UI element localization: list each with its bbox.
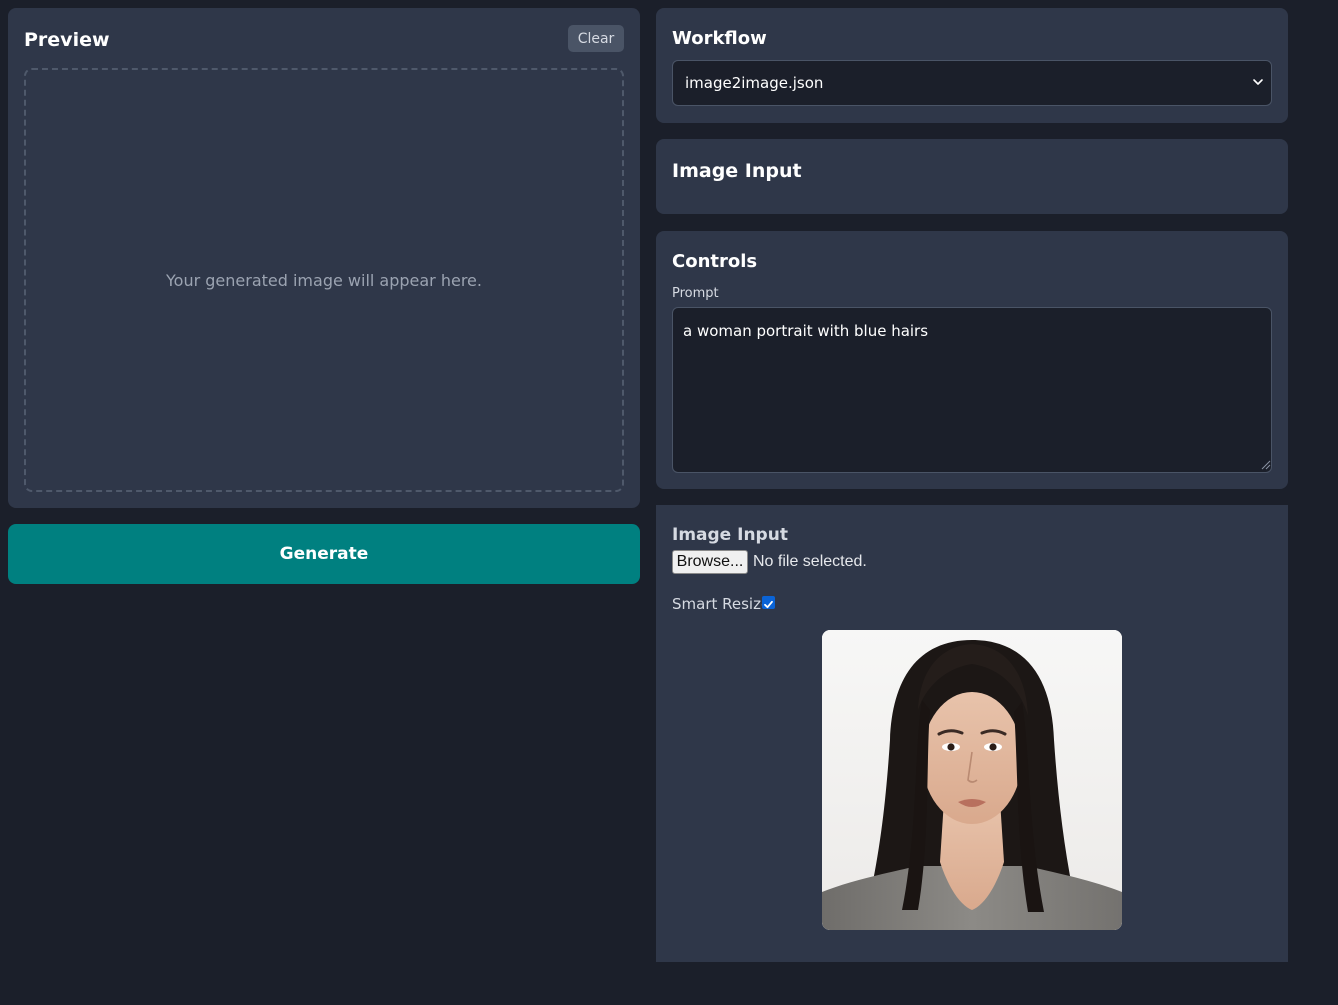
preview-title: Preview: [24, 29, 110, 51]
file-status: No file selected.: [753, 553, 867, 570]
image-input-section: Image Input: [656, 139, 1288, 214]
controls-panel: Controls Prompt a woman portrait with bl…: [656, 231, 1288, 489]
smart-resize-checkbox[interactable]: [762, 596, 775, 609]
workflow-title: Workflow: [672, 28, 767, 49]
clear-button[interactable]: Clear: [568, 25, 624, 52]
image-input-panel: Image Input Browse... No file selected. …: [656, 505, 1288, 962]
preview-panel: Preview Clear Your generated image will …: [8, 8, 640, 508]
image-input-section-title: Image Input: [672, 160, 802, 182]
smart-resize-label: Smart Resize: [672, 595, 771, 613]
browse-button[interactable]: Browse...: [672, 550, 748, 574]
workflow-select[interactable]: image2image.json: [672, 60, 1272, 106]
portrait-image: [822, 630, 1122, 930]
chevron-down-icon: [1253, 79, 1263, 85]
image-input-title: Image Input: [672, 525, 788, 545]
resize-handle-icon[interactable]: [1259, 458, 1271, 470]
preview-area: Your generated image will appear here.: [24, 68, 624, 492]
workflow-select-value: image2image.json: [685, 74, 824, 92]
input-image-preview: [822, 630, 1122, 930]
prompt-textarea[interactable]: a woman portrait with blue hairs: [672, 307, 1272, 473]
controls-title: Controls: [672, 251, 758, 272]
checkmark-icon: [764, 600, 773, 609]
workflow-panel: Workflow image2image.json: [656, 8, 1288, 123]
generate-button[interactable]: Generate: [8, 524, 640, 584]
preview-placeholder: Your generated image will appear here.: [166, 270, 482, 290]
prompt-label: Prompt: [672, 286, 719, 301]
